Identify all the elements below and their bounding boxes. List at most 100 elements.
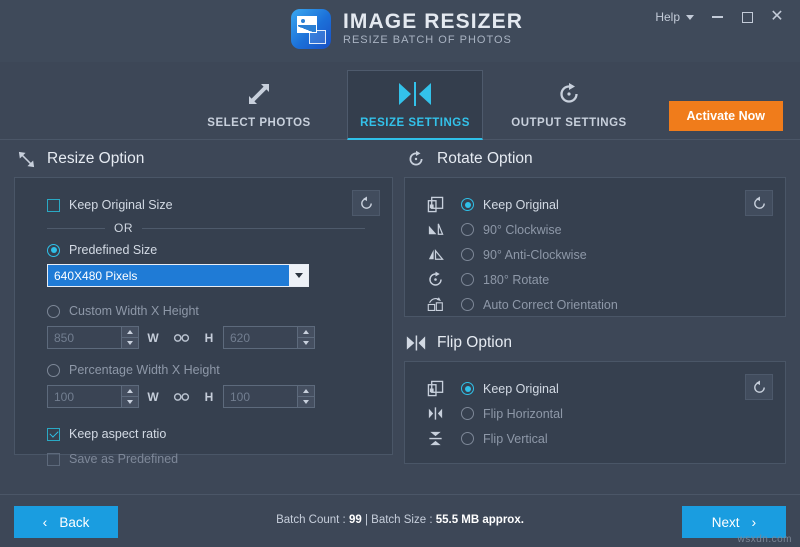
reset-icon xyxy=(360,195,372,209)
keep-aspect-ratio-row[interactable]: Keep aspect ratio xyxy=(47,427,392,441)
predefined-size-row[interactable]: Predefined Size xyxy=(47,243,392,257)
percentage-width-value: 100 xyxy=(54,389,75,404)
rotate-90-ccw-radio[interactable] xyxy=(461,248,474,261)
save-as-predefined-row[interactable]: Save as Predefined xyxy=(47,452,392,466)
custom-width-value: 850 xyxy=(54,330,75,345)
resize-bowtie-icon xyxy=(398,81,432,107)
or-line-left xyxy=(47,227,105,229)
flip-keep-original-label: Keep Original xyxy=(483,381,559,396)
chevron-down-icon[interactable] xyxy=(289,265,308,286)
help-label: Help xyxy=(655,10,680,24)
activate-now-button[interactable]: Activate Now xyxy=(668,101,783,131)
batch-count-label: Batch Count : xyxy=(276,514,346,526)
flip-reset-button[interactable] xyxy=(745,374,773,400)
custom-width-input[interactable]: 850 xyxy=(47,326,139,349)
flip-option-title: Flip Option xyxy=(437,334,512,351)
rotate-option-auto-correct[interactable]: Auto Correct Orientation xyxy=(427,292,785,317)
close-button[interactable]: ✕ xyxy=(762,2,792,32)
keep-aspect-ratio-label: Keep aspect ratio xyxy=(69,427,167,441)
percentage-width-input[interactable]: 100 xyxy=(47,385,139,408)
flip-option-panel: Keep Original Flip Horizontal Flip Verti… xyxy=(404,361,786,464)
maximize-button[interactable] xyxy=(732,2,762,32)
tab-select-photos[interactable]: SELECT PHOTOS xyxy=(191,70,327,140)
rotate-90-cw-radio[interactable] xyxy=(461,223,474,236)
resize-option-title: Resize Option xyxy=(47,150,145,167)
rotate-90-ccw-icon xyxy=(427,246,461,263)
batch-size-label: Batch Size : xyxy=(371,514,433,526)
stepper-down-icon[interactable] xyxy=(122,397,138,407)
percentage-height-stepper[interactable] xyxy=(297,386,314,407)
keep-original-size-row[interactable]: Keep Original Size xyxy=(47,198,392,212)
rotate-cw-icon xyxy=(406,149,426,169)
flip-option-keep-original[interactable]: Keep Original xyxy=(427,376,785,401)
close-icon: ✕ xyxy=(770,8,784,25)
title-bar: IMAGE RESIZER RESIZE BATCH OF PHOTOS Hel… xyxy=(0,0,800,62)
stepper-down-icon[interactable] xyxy=(298,338,314,348)
rotate-180-radio[interactable] xyxy=(461,273,474,286)
custom-width-height-row[interactable]: Custom Width X Height xyxy=(47,304,392,318)
stepper-up-icon[interactable] xyxy=(298,386,314,397)
keep-aspect-ratio-checkbox[interactable] xyxy=(47,427,60,441)
rotate-90-cw-icon xyxy=(427,221,461,238)
diagonal-resize-icon xyxy=(16,149,36,169)
custom-height-stepper[interactable] xyxy=(297,327,314,348)
rotate-option-header: Rotate Option xyxy=(404,141,786,177)
keep-original-icon xyxy=(427,380,461,397)
custom-width-height-label: Custom Width X Height xyxy=(69,304,199,318)
footer-bar: ‹ Back Batch Count : 99 | Batch Size : 5… xyxy=(0,494,800,547)
rotate-reset-button[interactable] xyxy=(745,190,773,216)
predefined-size-radio[interactable] xyxy=(47,243,60,257)
percentage-width-height-row[interactable]: Percentage Width X Height xyxy=(47,363,392,377)
custom-height-input[interactable]: 620 xyxy=(223,326,315,349)
rotate-option-keep-original[interactable]: Keep Original xyxy=(427,192,785,217)
flip-vertical-icon xyxy=(427,430,461,447)
stepper-up-icon[interactable] xyxy=(122,327,138,338)
stepper-down-icon[interactable] xyxy=(122,338,138,348)
rotate-auto-correct-radio[interactable] xyxy=(461,298,474,311)
image-resizer-logo xyxy=(291,9,331,49)
custom-w-label: W xyxy=(147,330,159,345)
stepper-up-icon[interactable] xyxy=(298,327,314,338)
predefined-size-dropdown[interactable]: 640X480 Pixels xyxy=(47,264,309,287)
save-as-predefined-checkbox[interactable] xyxy=(47,452,60,466)
percentage-width-height-radio[interactable] xyxy=(47,363,60,377)
resize-reset-button[interactable] xyxy=(352,190,380,216)
flip-option-header: Flip Option xyxy=(404,325,786,361)
tab-resize-settings[interactable]: RESIZE SETTINGS xyxy=(347,70,483,140)
flip-bowtie-icon xyxy=(406,333,426,353)
minimize-button[interactable] xyxy=(702,2,732,32)
flip-horizontal-radio[interactable] xyxy=(461,407,474,420)
resize-column: Resize Option Keep Original Size OR Pred… xyxy=(14,141,393,466)
next-label: Next xyxy=(711,514,740,530)
stepper-down-icon[interactable] xyxy=(298,397,314,407)
tab-output-settings[interactable]: OUTPUT SETTINGS xyxy=(501,70,637,140)
or-label: OR xyxy=(114,221,134,235)
batch-count-value: 99 xyxy=(348,514,362,526)
rotate-keep-original-radio[interactable] xyxy=(461,198,474,211)
rotate-option-90-clockwise[interactable]: 90° Clockwise xyxy=(427,217,785,242)
flip-vertical-radio[interactable] xyxy=(461,432,474,445)
flip-option-horizontal[interactable]: Flip Horizontal xyxy=(427,401,785,426)
help-menu-button[interactable]: Help xyxy=(647,6,702,28)
tab-select-photos-label: SELECT PHOTOS xyxy=(207,117,311,129)
chain-link-icon xyxy=(167,392,195,402)
app-tagline: RESIZE BATCH OF PHOTOS xyxy=(343,34,512,46)
custom-width-height-radio[interactable] xyxy=(47,304,60,318)
flip-keep-original-radio[interactable] xyxy=(461,382,474,395)
flip-horizontal-label: Flip Horizontal xyxy=(483,406,563,421)
chevron-right-icon: › xyxy=(751,514,757,530)
rotate-option-180[interactable]: 180° Rotate xyxy=(427,267,785,292)
chain-link-icon xyxy=(167,333,195,343)
rotate-90-cw-label: 90° Clockwise xyxy=(483,222,562,237)
percentage-height-input[interactable]: 100 xyxy=(223,385,315,408)
flip-option-vertical[interactable]: Flip Vertical xyxy=(427,426,785,451)
percentage-width-stepper[interactable] xyxy=(121,386,138,407)
rotate-option-90-anticlockwise[interactable]: 90° Anti-Clockwise xyxy=(427,242,785,267)
custom-width-stepper[interactable] xyxy=(121,327,138,348)
rotate-90-ccw-label: 90° Anti-Clockwise xyxy=(483,247,587,262)
rotate-option-title: Rotate Option xyxy=(437,150,533,167)
keep-original-size-checkbox[interactable] xyxy=(47,198,60,212)
stepper-up-icon[interactable] xyxy=(122,386,138,397)
percentage-height-value: 100 xyxy=(230,389,251,404)
chevron-down-icon xyxy=(686,14,694,20)
